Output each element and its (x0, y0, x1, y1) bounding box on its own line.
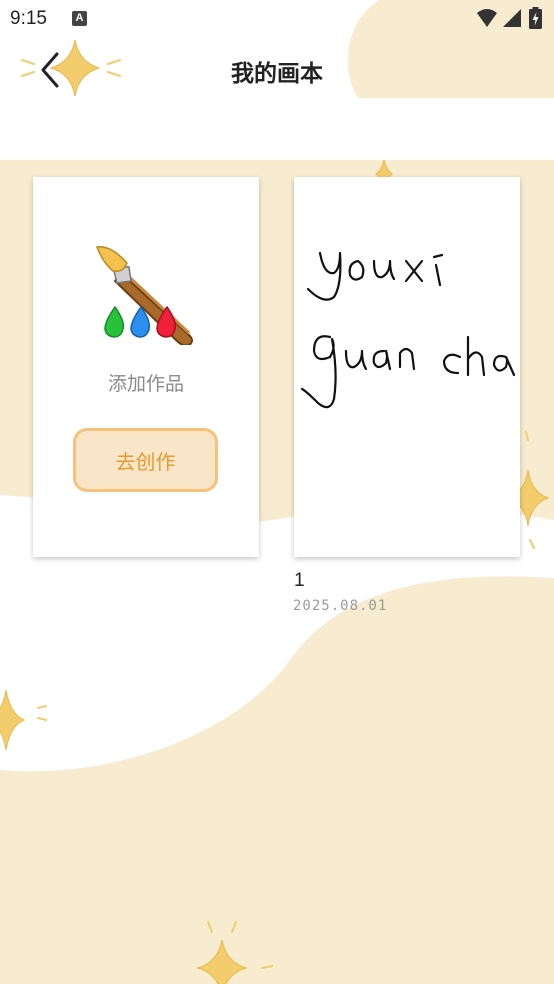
artwork-name: 1 (294, 570, 305, 591)
cell-signal-icon (503, 9, 521, 27)
header: 我的画本 (0, 36, 554, 102)
battery-charging-icon (529, 7, 542, 29)
notification-icon-letter: A (75, 12, 84, 24)
notification-icon: A (72, 11, 87, 26)
artwork-thumbnail (300, 251, 516, 409)
status-bar: 9:15 A (0, 0, 554, 36)
status-time: 9:15 (10, 8, 47, 29)
artwork-date: 2025.08.01 (293, 598, 388, 614)
wifi-icon (477, 9, 497, 27)
page-title: 我的画本 (231, 61, 323, 87)
artwork-card[interactable] (294, 177, 520, 557)
add-artwork-label: 添加作品 (107, 373, 184, 395)
create-button[interactable]: 去创作 (73, 428, 218, 492)
add-artwork-card[interactable]: 添加作品 去创作 (33, 177, 259, 557)
paintbrush-with-paint-drops-icon (95, 246, 193, 345)
